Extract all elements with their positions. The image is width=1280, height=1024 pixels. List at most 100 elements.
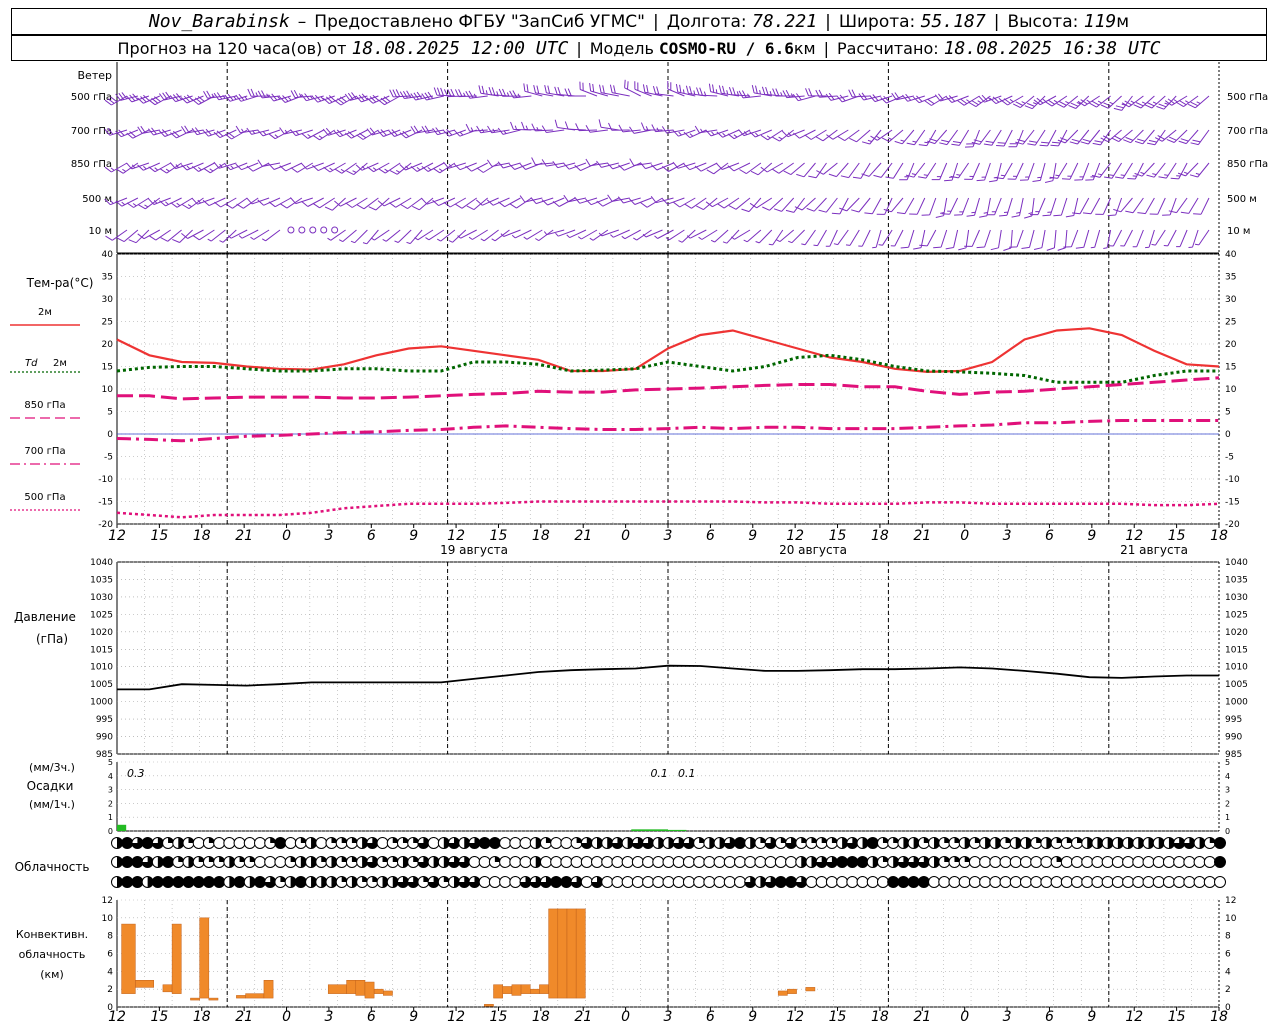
cloud-symbol (733, 856, 746, 868)
wind-barb (523, 229, 543, 240)
wind-barb (1100, 129, 1122, 143)
cloud-symbol (662, 856, 675, 868)
conv-bar (355, 980, 366, 996)
wind-barb (762, 197, 784, 211)
cloud-symbol-fill (142, 837, 154, 849)
wind-barb (443, 197, 467, 208)
cloud-symbol (876, 876, 889, 888)
wind-barb (610, 229, 630, 238)
cloud-symbol (713, 856, 726, 868)
temp-ytick-right: 35 (1225, 273, 1236, 283)
cloud-symbol (999, 856, 1012, 868)
wind-barb (1092, 129, 1112, 146)
wind-barb (608, 122, 630, 131)
wind-barb (1050, 129, 1068, 147)
temp-xtick-label: 18 (193, 528, 211, 544)
temp-xtick-label: 12 (786, 528, 804, 544)
wind-barb (301, 197, 324, 207)
wind-barb (1163, 229, 1177, 247)
conv-bar (346, 980, 357, 994)
wind-barb (432, 197, 456, 207)
wind-barb (312, 129, 335, 141)
wind-barb (555, 229, 576, 237)
pressure-ytick-right: 1010 (1225, 663, 1248, 673)
cloud-symbol (713, 876, 726, 888)
conv-title-2: облачность (19, 948, 86, 961)
temp-xtick-label: 21 (913, 528, 931, 544)
cloud-symbol (1071, 876, 1084, 888)
conv-xtick-label: 18 (871, 1009, 889, 1024)
wind-barb (864, 197, 882, 215)
temp-ytick-right: 10 (1225, 385, 1237, 395)
cloud-symbol (550, 856, 563, 868)
wind-panel: Ветер500 гПа 500 гПа700 гПа 700 гПа850 гПа… (71, 62, 1268, 254)
wind-barb (224, 129, 248, 140)
temp-title: Тем-ра(°С) (26, 276, 94, 290)
temp-ytick-left: 25 (102, 318, 113, 328)
wind-barb (498, 197, 521, 208)
pressure-ytick-left: 1020 (90, 628, 113, 638)
cloud-symbol (652, 856, 665, 868)
cloud-symbol (1060, 856, 1073, 868)
precip-ytick-left: 3 (108, 786, 113, 795)
precip-value-label: 0.1 (678, 767, 696, 780)
wind-barb (1042, 197, 1057, 217)
temp-ytick-left: -10 (98, 475, 113, 485)
wind-barb (1127, 162, 1144, 180)
wind-barb (782, 89, 805, 99)
cloud-symbol (570, 856, 583, 868)
wind-barb (738, 90, 761, 99)
wind-barb (1089, 95, 1111, 108)
wind-barb (840, 162, 860, 179)
pressure-unit: (гПа) (36, 632, 68, 646)
precip-ytick-right: 1 (1225, 813, 1230, 822)
wind-barb (1177, 162, 1199, 177)
temp-ytick-right: 30 (1225, 295, 1237, 305)
wind-barb (1075, 229, 1090, 249)
wind-barb (661, 197, 685, 205)
cloud-symbol (938, 876, 951, 888)
wind-barb (577, 229, 598, 240)
wind-barb (728, 197, 751, 210)
wind-barb (876, 197, 893, 215)
wind-barb (772, 88, 794, 97)
cloud-symbol (1060, 876, 1073, 888)
wind-barb (421, 197, 445, 205)
pressure-ytick-left: 995 (96, 715, 113, 725)
wind-barb (1065, 197, 1079, 218)
conv-xtick-label: 6 (367, 1009, 376, 1024)
cloud-symbol (774, 856, 787, 868)
cloud-symbol-fill (121, 876, 133, 888)
wind-barb (881, 129, 904, 143)
wind-barb (694, 125, 718, 134)
cloud-symbol (631, 876, 644, 888)
wind-barb (436, 229, 456, 242)
conv-xtick-label: 6 (706, 1009, 715, 1024)
cloud-symbol (1009, 876, 1022, 888)
cloud-symbol (989, 876, 1002, 888)
conv-xtick-label: 21 (235, 1009, 253, 1024)
cloud-symbol (968, 876, 981, 888)
conv-xtick-label: 15 (490, 1009, 508, 1024)
wind-barb (356, 129, 379, 140)
wind-barb (768, 229, 784, 246)
conv-ytick-right: 8 (1225, 932, 1231, 942)
wind-barb (609, 84, 630, 97)
wind-barb (618, 162, 641, 171)
date-label: 20 августа (779, 543, 847, 557)
cloud-symbol (682, 876, 695, 888)
temp-xtick-label: 18 (871, 528, 889, 544)
wind-barb (1137, 197, 1155, 215)
wind-barb (913, 95, 936, 104)
cloud-symbol (1214, 876, 1226, 888)
wind-barb (192, 229, 215, 241)
wind-barb (918, 162, 937, 179)
cloud-symbol (1050, 876, 1063, 888)
wind-barb (279, 127, 303, 135)
wind-barb (831, 197, 849, 215)
wind-barb (741, 197, 762, 213)
temp-ytick-left: -15 (98, 498, 113, 508)
conv-xtick-label: 15 (1168, 1009, 1186, 1024)
pressure-ytick-left: 990 (96, 733, 113, 743)
wind-barb (621, 229, 641, 240)
